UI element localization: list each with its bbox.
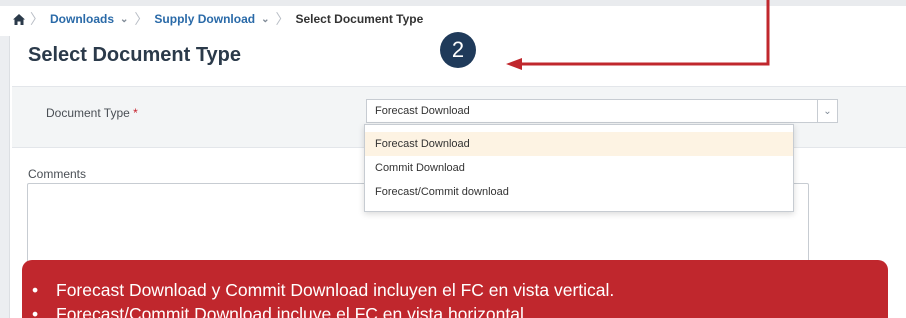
document-type-dropdown: Forecast Download Commit Download Foreca…	[364, 124, 794, 212]
step-arrow-line	[520, 0, 770, 66]
dropdown-option-commit-download[interactable]: Commit Download	[365, 156, 793, 180]
breadcrumb-supply-download-label: Supply Download	[154, 12, 256, 26]
breadcrumb-separator: 〉	[275, 11, 290, 27]
home-icon[interactable]	[8, 8, 30, 30]
step-arrowhead	[506, 58, 522, 70]
chevron-down-icon[interactable]: ⌄	[120, 14, 128, 25]
dropdown-option-forecast-download[interactable]: Forecast Download	[365, 132, 793, 156]
document-type-label-text: Document Type	[46, 106, 130, 120]
document-type-label: Document Type *	[46, 106, 138, 120]
step-number-badge: 2	[440, 32, 476, 68]
chevron-down-icon[interactable]: ⌄	[817, 100, 837, 122]
callout-bullet: Forecast/Commit Download incluye el FC e…	[32, 304, 888, 318]
dropdown-option-forecast-commit-download[interactable]: Forecast/Commit download	[365, 180, 793, 204]
document-type-selected-value: Forecast Download	[375, 105, 470, 117]
chevron-down-icon[interactable]: ⌄	[261, 14, 269, 25]
callout-bullet: Forecast Download y Commit Download incl…	[32, 280, 888, 304]
breadcrumb-supply-download[interactable]: Supply Download ⌄	[148, 12, 275, 26]
page-title: Select Document Type	[28, 44, 242, 66]
breadcrumb-separator: 〉	[30, 11, 44, 27]
breadcrumb-separator: 〉	[134, 11, 149, 27]
breadcrumb-current: Select Document Type	[295, 12, 424, 26]
document-type-select[interactable]: Forecast Download ⌄	[366, 99, 838, 123]
left-page-edge	[0, 36, 10, 318]
annotation-callout: Forecast Download y Commit Download incl…	[22, 260, 888, 318]
required-marker: *	[133, 106, 138, 120]
top-bar	[0, 0, 906, 6]
breadcrumb-downloads[interactable]: Downloads ⌄	[44, 12, 134, 26]
breadcrumb-downloads-label: Downloads	[50, 12, 115, 26]
comments-label: Comments	[28, 167, 87, 181]
breadcrumb: 〉 Downloads ⌄ 〉 Supply Download ⌄ 〉 Sele…	[8, 8, 429, 30]
